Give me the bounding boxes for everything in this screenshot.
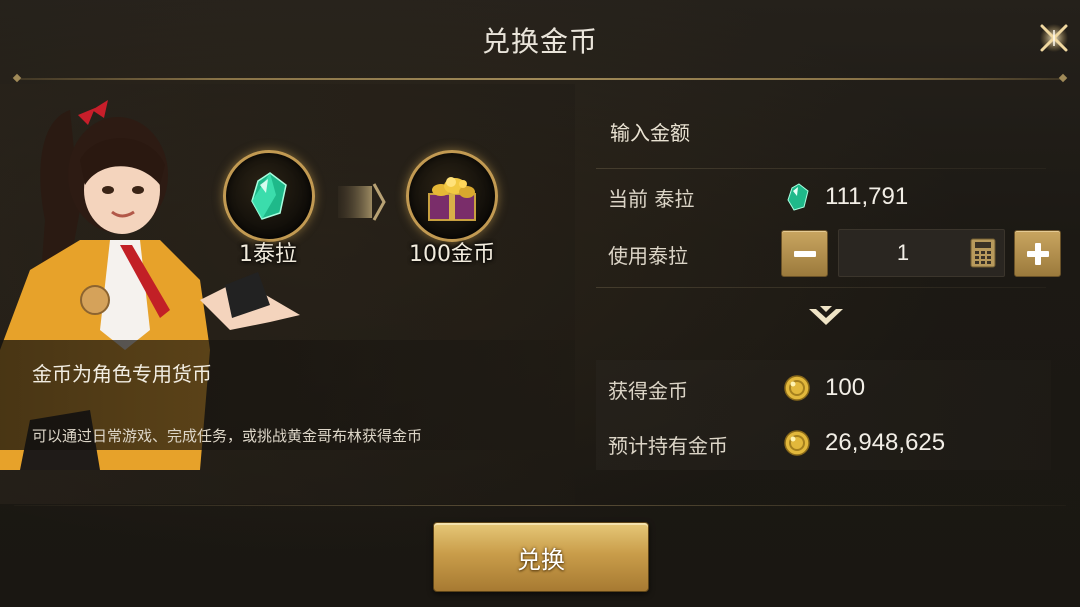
dialog-title: 兑换金币 — [481, 25, 598, 58]
chevron-down-icon — [809, 306, 843, 325]
exchange-from-item: 1泰拉 — [223, 150, 315, 268]
footer-divider — [14, 505, 1066, 506]
header-divider — [14, 78, 1066, 80]
current-tera-value: 111,791 — [825, 183, 909, 210]
exchange-to-item: 100金币 — [402, 150, 502, 268]
quantity-value: 1 — [896, 240, 910, 265]
tera-slot — [223, 150, 315, 242]
use-tera-label: 使用泰拉 — [608, 244, 688, 268]
gold-slot — [406, 150, 498, 242]
exchange-dialog: 兑换金币 1泰拉 100金币 金币为角色专用货币 可以通过日常游戏、完成任务，或… — [0, 0, 1080, 607]
calculator-icon[interactable] — [970, 238, 996, 268]
row-divider — [596, 287, 1046, 288]
plus-icon — [1026, 242, 1049, 265]
tera-gem-icon — [787, 183, 809, 211]
gold-amount-label: 100金币 — [409, 242, 495, 267]
expected-gold-label: 预计持有金币 — [608, 434, 728, 458]
info-description: 可以通过日常游戏、完成任务，或挑战黄金哥布林获得金币 — [32, 427, 423, 445]
exchange-confirm-button[interactable]: 兑换 — [433, 522, 649, 592]
current-tera-label: 当前 泰拉 — [608, 187, 695, 211]
gain-gold-label: 获得金币 — [608, 379, 688, 403]
close-x-icon — [1040, 24, 1068, 52]
minus-icon — [793, 250, 816, 257]
tera-gem-icon — [251, 172, 287, 220]
info-title: 金币为角色专用货币 — [32, 362, 212, 386]
gold-coin-icon — [784, 430, 810, 456]
chevron-right-icon — [338, 183, 386, 221]
dialog-header: 兑换金币 — [0, 0, 1080, 80]
tera-amount-label: 1泰拉 — [239, 242, 297, 267]
section-title: 输入金额 — [610, 121, 690, 145]
quantity-input[interactable]: 1 — [838, 229, 1005, 277]
close-button[interactable] — [1010, 8, 1070, 68]
gain-gold-value: 100 — [825, 374, 866, 401]
gold-chest-icon — [428, 177, 476, 221]
gold-coin-icon — [784, 375, 810, 401]
decrease-button[interactable] — [781, 230, 828, 277]
increase-button[interactable] — [1014, 230, 1061, 277]
row-divider — [596, 168, 1046, 169]
expected-gold-value: 26,948,625 — [825, 429, 946, 456]
